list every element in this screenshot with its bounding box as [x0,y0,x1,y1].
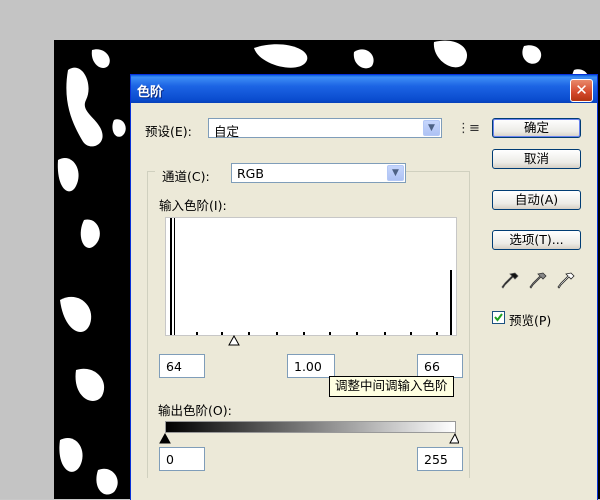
close-icon: ✕ [575,81,588,99]
input-black-field[interactable]: 64 [159,354,205,378]
input-slider-track[interactable] [165,334,457,347]
channel-value: RGB [237,166,264,181]
black-eyedropper-icon[interactable] [499,270,521,292]
chevron-down-icon[interactable]: ▼ [423,120,440,136]
options-button[interactable]: 选项(T)... [492,230,581,250]
options-menu-icon[interactable]: ⋮≡ [457,121,480,136]
preset-value: 自定 [214,124,240,139]
close-button[interactable]: ✕ [570,79,593,102]
levels-dialog: 色阶 ✕ 预设(E): 自定 ▼ ⋮≡ 通道(C): RGB ▼ 输入色阶(I)… [130,74,598,500]
title-bar[interactable]: 色阶 ✕ [131,75,597,103]
output-white-value: 255 [424,452,448,467]
output-black-value: 0 [166,452,174,467]
dialog-title: 色阶 [137,85,164,100]
checkmark-icon [494,313,503,322]
preview-label[interactable]: 预览(P) [509,310,551,329]
output-white-field[interactable]: 255 [417,447,463,471]
input-gamma-value: 1.00 [294,359,322,374]
preview-checkbox[interactable] [492,311,505,324]
channel-label: 通道(C): [162,169,210,184]
histogram-bars [170,218,452,335]
cancel-button[interactable]: 取消 [492,149,581,169]
input-gamma-field[interactable]: 1.00 [287,354,335,378]
output-levels-label: 输出色阶(O): [158,403,232,418]
input-white-value: 66 [424,359,440,374]
output-black-field[interactable]: 0 [159,447,205,471]
ok-button[interactable]: 确定 [492,118,581,138]
gray-eyedropper-icon[interactable] [527,270,549,292]
auto-button[interactable]: 自动(A) [492,190,581,210]
output-gradient-bar [165,421,456,433]
output-slider-track[interactable] [159,433,459,445]
chevron-down-icon[interactable]: ▼ [387,165,404,181]
preset-label: 预设(E): [145,124,192,139]
channel-dropdown[interactable]: RGB ▼ [231,163,406,183]
output-black-handle[interactable] [159,433,171,444]
white-eyedropper-icon[interactable] [555,270,577,292]
input-levels-label: 输入色阶(I): [159,198,227,213]
tooltip: 调整中间调输入色阶 [329,376,454,397]
preset-dropdown[interactable]: 自定 ▼ [208,118,442,139]
input-black-value: 64 [166,359,182,374]
histogram [165,217,457,336]
output-white-handle[interactable] [449,433,459,444]
input-white-field[interactable]: 66 [417,354,463,378]
